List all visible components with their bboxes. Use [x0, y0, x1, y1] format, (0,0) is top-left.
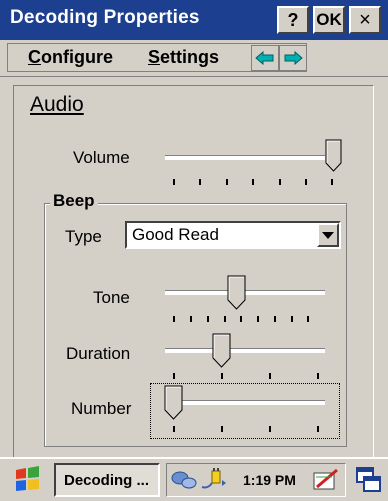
network-icon[interactable]: [171, 469, 197, 491]
properties-content: Audio Volume Beep Type Good Read Tone Du…: [0, 77, 388, 458]
menu-settings[interactable]: Settings: [148, 47, 219, 68]
volume-track: [165, 155, 325, 160]
windows-switcher-icon[interactable]: [351, 463, 385, 497]
beep-group-label: Beep: [50, 191, 98, 211]
menu-bar: Configure Settings: [0, 40, 388, 77]
volume-slider[interactable]: [325, 139, 343, 173]
system-tray: 1:19 PM: [166, 463, 346, 497]
type-label: Type: [65, 227, 102, 246]
volume-label: Volume: [73, 148, 130, 167]
audio-section-title: Audio: [30, 93, 84, 116]
duration-track: [165, 348, 325, 353]
power-plug-icon[interactable]: [198, 467, 228, 493]
menu-group: Configure Settings: [7, 43, 307, 72]
input-panel-icon[interactable]: [313, 468, 339, 492]
tone-slider[interactable]: [227, 275, 247, 311]
number-track: [165, 400, 325, 405]
help-button[interactable]: ?: [277, 6, 309, 34]
window: Decoding Properties ? OK × Configure Set…: [0, 0, 388, 501]
taskbar-decoding-button[interactable]: Decoding ...: [54, 463, 160, 497]
tone-ticks: [173, 316, 323, 324]
dropdown-button[interactable]: [317, 223, 339, 247]
number-slider[interactable]: [164, 385, 184, 421]
chevron-down-icon: [322, 232, 334, 239]
duration-label: Duration: [66, 344, 131, 363]
clock[interactable]: 1:19 PM: [243, 472, 296, 488]
title-bar: Decoding Properties ? OK ×: [0, 0, 388, 40]
number-label: Number: [71, 399, 132, 418]
windows-start-icon[interactable]: [8, 464, 48, 496]
volume-ticks: [173, 179, 333, 187]
arrow-right-icon: [284, 51, 303, 65]
taskbar: Decoding ... 1:19 PM: [0, 457, 388, 501]
nav-prev-button[interactable]: [251, 45, 279, 71]
taskbar-task-label: Decoding ...: [64, 472, 150, 489]
close-button[interactable]: ×: [349, 6, 381, 34]
duration-slider[interactable]: [212, 333, 232, 369]
window-title: Decoding Properties: [10, 7, 200, 28]
tone-label: Tone: [93, 288, 130, 307]
duration-ticks: [173, 373, 323, 381]
ok-button[interactable]: OK: [313, 6, 345, 34]
beep-type-value: Good Read: [132, 225, 219, 244]
nav-next-button[interactable]: [279, 45, 307, 71]
number-ticks: [173, 426, 323, 434]
arrow-left-icon: [255, 51, 274, 65]
beep-type-select[interactable]: Good Read: [125, 221, 341, 249]
menu-configure[interactable]: Configure: [28, 47, 113, 68]
